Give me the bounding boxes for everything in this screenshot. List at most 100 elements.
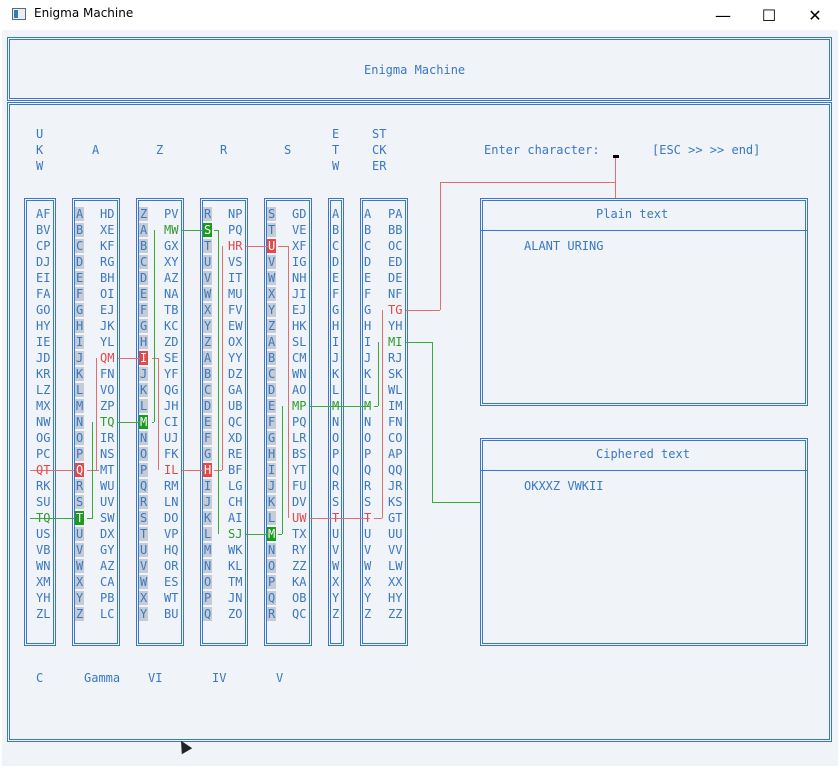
stecker-letter: M <box>364 399 372 413</box>
rotor-gamma-pair: JK <box>100 319 115 333</box>
wire-vi-return-out <box>152 422 154 423</box>
ciphered-text-divider <box>480 470 808 471</box>
ciphered-text-value: OKXXZ VWKII <box>524 479 604 493</box>
rotor-vi-letter: T <box>140 527 148 541</box>
rotor-iv-type-label: IV <box>212 671 227 685</box>
rotor-gamma-letter: A <box>76 207 84 221</box>
stecker-letter: X <box>364 575 372 589</box>
wire-gamma-return-vertical <box>92 422 93 518</box>
rotor-v-letter: M <box>268 527 276 541</box>
rotor-iv-letter: Q <box>204 607 212 621</box>
wire-keyboard <box>615 158 616 198</box>
rotor-iv-pair: FV <box>228 303 243 317</box>
rotor-vi-letter: K <box>140 383 148 397</box>
rotor-gamma-letter: F <box>76 287 84 301</box>
stecker-label-1: ST <box>372 127 387 141</box>
minimize-button[interactable]: — <box>700 0 746 30</box>
rotor-iv-pair: AI <box>228 511 243 525</box>
wire-iv-v-return <box>246 534 268 535</box>
stecker-letter: U <box>364 527 372 541</box>
rotor-gamma-pair: KF <box>100 239 115 253</box>
rotor-v-letter: P <box>268 575 276 589</box>
reflector-cell: HY <box>36 319 51 333</box>
rotor-iv-pair: ZO <box>228 607 243 621</box>
rotor-iv-pair: VS <box>228 255 243 269</box>
rotor-iv-pair: KL <box>228 559 243 573</box>
stecker-pair: JR <box>388 479 403 493</box>
stecker-pair: AP <box>388 447 403 461</box>
rotor-v-pair: YT <box>292 463 307 477</box>
rotor-iv-pair: YY <box>228 351 243 365</box>
rotor-v-pair: HK <box>292 319 307 333</box>
rotor-gamma-letter: O <box>76 431 84 445</box>
rotor-vi-letter: A <box>140 223 148 237</box>
stecker-letter: Z <box>364 607 372 621</box>
rotor-vi-pair: GX <box>164 239 179 253</box>
etw-letter: O <box>332 431 340 445</box>
stecker-pair: UU <box>388 527 403 541</box>
rotor-iv-letter: C <box>204 383 212 397</box>
rotor-gamma-letter: N <box>76 415 84 429</box>
rotor-iv-letter: P <box>204 591 212 605</box>
stecker-letter: G <box>364 303 372 317</box>
rotor-v-pair: VE <box>292 223 307 237</box>
rotor-vi-pair: JH <box>164 399 179 413</box>
reflector-cell: EI <box>36 271 51 285</box>
rotor-iv-letter: H <box>204 463 212 477</box>
etw-label-1: E <box>332 127 340 141</box>
etw-letter: Z <box>332 607 340 621</box>
rotor-vi-letter: J <box>140 367 148 381</box>
etw-letter: R <box>332 479 340 493</box>
rotor-v-pair: KA <box>292 575 307 589</box>
rotor-v-pair: OB <box>292 591 307 605</box>
rotor-gamma-letter: G <box>76 303 84 317</box>
rotor-gamma-pair: OI <box>100 287 115 301</box>
wire-vi-iv <box>182 470 204 471</box>
stecker-pair: RJ <box>388 351 403 365</box>
stecker-pair: MI <box>388 335 403 349</box>
rotor-v-pair: WN <box>292 367 307 381</box>
rotor-vi-letter: I <box>140 351 148 365</box>
close-button[interactable]: ✕ <box>792 0 838 30</box>
etw-letter: H <box>332 319 340 333</box>
rotor-v-pair: FU <box>292 479 307 493</box>
stecker-letter: A <box>364 207 372 221</box>
rotor-gamma-pair: GY <box>100 543 115 557</box>
rotor-vi-letter: V <box>140 559 148 573</box>
rotor-gamma-letter: Z <box>76 607 84 621</box>
etw-letter: C <box>332 239 340 253</box>
wire-v-etw-return <box>310 406 370 407</box>
plain-text-divider <box>480 230 808 231</box>
rotor-vi-letter: U <box>140 543 148 557</box>
rotor-v-pair: QC <box>292 607 307 621</box>
wire-to-cipher <box>406 342 432 343</box>
rotor-vi-pair: RM <box>164 479 179 493</box>
rotor-iv-letter: Y <box>204 319 212 333</box>
rotor-gamma-pair: RG <box>100 255 115 269</box>
wire-vi-iv-return <box>182 230 204 231</box>
rotor-v-letter: S <box>268 207 276 221</box>
maximize-button[interactable]: ☐ <box>746 0 792 30</box>
stecker-pair: SK <box>388 367 403 381</box>
rotor-vi-pair: IL <box>164 463 179 477</box>
ukw-label-1: U <box>36 127 44 141</box>
rotor-iv-pair: NP <box>228 207 243 221</box>
title-bar: Enigma Machine — ☐ ✕ <box>0 0 840 30</box>
stecker-letter: Y <box>364 591 372 605</box>
rotor-iv-pair: QC <box>228 415 243 429</box>
text-cursor[interactable] <box>613 155 619 158</box>
stecker-label-3: ER <box>372 159 387 173</box>
reflector-cell: GO <box>36 303 51 317</box>
rotor-gamma-letter: D <box>76 255 84 269</box>
rotor-vi-pair: ZD <box>164 335 179 349</box>
rotor-v-letter: W <box>268 271 276 285</box>
rotor-gamma-pair: UV <box>100 495 115 509</box>
stecker-pair: GT <box>388 511 403 525</box>
rotor-iv-letter: Z <box>204 335 212 349</box>
rotor-iv-pair: EW <box>228 319 243 333</box>
ciphered-text-title: Ciphered text <box>596 447 690 461</box>
app-icon <box>12 8 26 20</box>
rotor-gamma-pair: DX <box>100 527 115 541</box>
reflector-cell: PC <box>36 447 51 461</box>
rotor-gamma-pair: SW <box>100 511 115 525</box>
